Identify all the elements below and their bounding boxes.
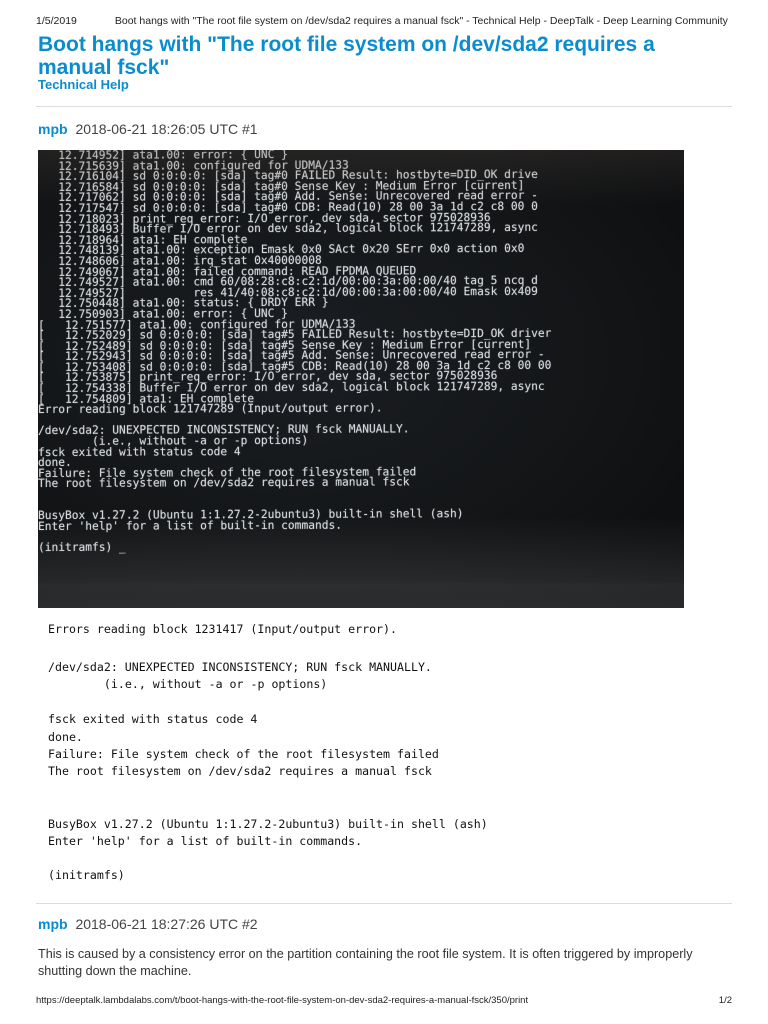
code-line: /dev/sda2: UNEXPECTED INCONSISTENCY; RUN… xyxy=(48,660,432,674)
post-1-meta: mpb 2018-06-21 18:26:05 UTC #1 xyxy=(38,121,258,137)
topic-title[interactable]: Boot hangs with "The root file system on… xyxy=(38,33,728,79)
post-2-meta: mpb 2018-06-21 18:27:26 UTC #2 xyxy=(38,916,258,932)
console-photo-text: 12.714952] ata1.00: error: { UNC } 12.71… xyxy=(38,150,552,554)
print-header: 1/5/2019 Boot hangs with "The root file … xyxy=(36,15,732,27)
code-line: The root filesystem on /dev/sda2 require… xyxy=(48,764,432,778)
code-line: (i.e., without -a or -p options) xyxy=(76,677,328,691)
console-photo: 12.714952] ata1.00: error: { UNC } 12.71… xyxy=(38,150,684,608)
code-line: fsck exited with status code 4 xyxy=(48,712,258,726)
code-line: Enter 'help' for a list of built-in comm… xyxy=(48,834,363,848)
divider xyxy=(36,903,732,904)
print-url[interactable]: https://deeptalk.lambdalabs.com/t/boot-h… xyxy=(36,995,528,1006)
post-2-body: This is caused by a consistency error on… xyxy=(38,947,693,978)
post-2-timestamp: 2018-06-21 18:27:26 UTC #2 xyxy=(75,916,258,932)
category-link[interactable]: Technical Help xyxy=(38,77,129,92)
post-2-author-link[interactable]: mpb xyxy=(38,916,68,932)
post-1-author-link[interactable]: mpb xyxy=(38,121,68,137)
code-line: done. xyxy=(48,730,83,744)
code-line: Failure: File system check of the root f… xyxy=(48,747,439,761)
post-1-timestamp: 2018-06-21 18:26:05 UTC #1 xyxy=(75,121,258,137)
divider xyxy=(36,106,732,107)
code-line: (initramfs) xyxy=(48,868,125,882)
print-date: 1/5/2019 xyxy=(36,15,77,27)
code-line: BusyBox v1.27.2 (Ubuntu 1:1.27.2-2ubuntu… xyxy=(48,817,488,831)
print-footer: https://deeptalk.lambdalabs.com/t/boot-h… xyxy=(36,995,732,1006)
print-page-number: 1/2 xyxy=(718,995,732,1006)
print-page-title: Boot hangs with "The root file system on… xyxy=(114,15,728,27)
code-line: Errors reading block 1231417 (Input/outp… xyxy=(48,622,398,636)
photo-glare xyxy=(38,582,684,608)
